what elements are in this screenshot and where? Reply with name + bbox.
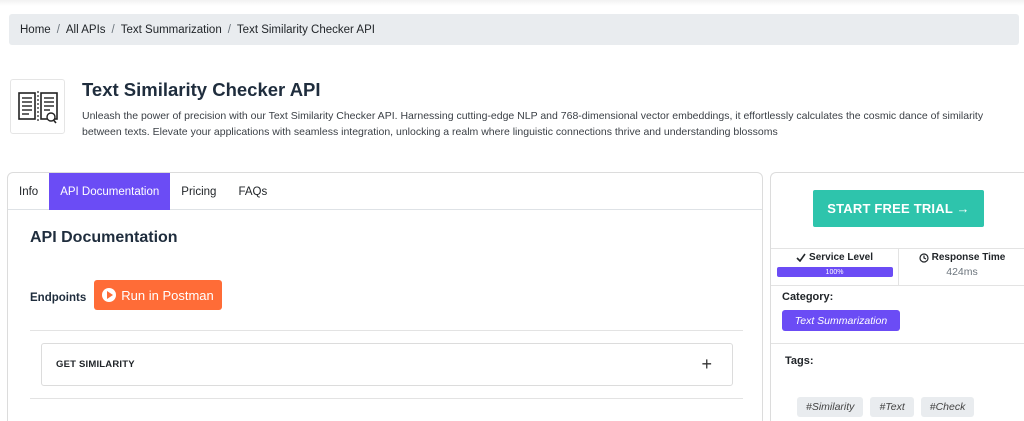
endpoint-accordion-get-similarity[interactable]: GET SIMILARITY + (41, 343, 733, 386)
tab-pricing[interactable]: Pricing (170, 173, 227, 210)
sidebar-card: START FREE TRIAL → Service Level 100% Re… (770, 172, 1024, 421)
api-logo (10, 79, 65, 134)
clock-icon (919, 252, 929, 263)
expand-plus-icon[interactable]: + (701, 354, 712, 375)
response-time-value: 424ms (946, 266, 978, 278)
top-shadow (0, 0, 1024, 6)
play-icon (102, 288, 117, 302)
start-free-trial-button[interactable]: START FREE TRIAL → (813, 190, 984, 227)
documentation-heading: API Documentation (30, 229, 178, 246)
run-in-postman-button[interactable]: Run in Postman (94, 280, 222, 310)
endpoints-label: Endpoints (30, 292, 87, 304)
service-level-progress: 100% (776, 267, 893, 277)
category-badge[interactable]: Text Summarization (782, 310, 900, 331)
tag-check[interactable]: #Check (920, 397, 975, 417)
divider (30, 398, 743, 399)
service-level-header: Service Level (796, 252, 873, 263)
divider (30, 330, 743, 331)
tag-similarity[interactable]: #Similarity (797, 397, 864, 417)
breadcrumb-home[interactable]: Home (20, 24, 51, 36)
breadcrumb-all-apis[interactable]: All APIs (66, 24, 106, 36)
divider (771, 343, 1024, 344)
breadcrumb-separator: / (111, 23, 115, 36)
service-level-label: Service Level (809, 252, 873, 263)
endpoint-name: GET SIMILARITY (56, 359, 135, 370)
breadcrumb-category[interactable]: Text Summarization (121, 24, 222, 36)
breadcrumb-separator: / (227, 23, 231, 36)
run-in-postman-label: Run in Postman (121, 287, 214, 303)
tab-info[interactable]: Info (8, 173, 49, 210)
service-level-progress-fill: 100% (776, 267, 893, 277)
service-level-stat: Service Level 100% (771, 249, 898, 285)
breadcrumb-current: Text Similarity Checker API (236, 23, 375, 36)
breadcrumb-separator: / (56, 23, 60, 36)
breadcrumb: Home / All APIs / Text Summarization / T… (9, 14, 1019, 45)
tab-api-documentation[interactable]: API Documentation (49, 173, 171, 210)
stats-row: Service Level 100% Response Time 424ms (771, 248, 1024, 286)
response-time-header: Response Time (919, 252, 1006, 263)
api-description: Unleash the power of precision with our … (82, 110, 984, 138)
category-label: Category: (782, 291, 834, 303)
documentation-card: Info API Documentation Pricing FAQs API … (7, 172, 763, 421)
check-icon (796, 253, 806, 262)
response-time-stat: Response Time 424ms (898, 249, 1024, 285)
tags-label: Tags: (785, 355, 814, 367)
api-title: Text Similarity Checker API (82, 79, 321, 100)
tag-text[interactable]: #Text (870, 397, 914, 417)
tag-list: #Similarity #Text #Check (797, 397, 975, 417)
tab-faqs[interactable]: FAQs (227, 173, 278, 210)
tab-bar: Info API Documentation Pricing FAQs (8, 173, 762, 210)
document-compare-icon (17, 90, 58, 124)
response-time-label: Response Time (931, 252, 1006, 263)
